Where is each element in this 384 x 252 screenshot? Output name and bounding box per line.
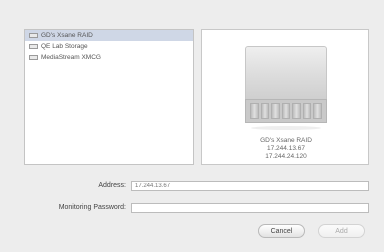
address-field[interactable] [131, 181, 369, 191]
raid-front-panel [245, 99, 327, 123]
device-info: GD's Xsane RAID 17.244.13.67 17.244.24.1… [202, 137, 370, 161]
list-item[interactable]: QE Lab Storage [25, 41, 193, 52]
list-item[interactable]: MediaStream XMCG [25, 52, 193, 63]
device-name: GD's Xsane RAID [260, 137, 312, 144]
list-item-label: MediaStream XMCG [41, 54, 101, 61]
raid-shadow [251, 126, 321, 130]
add-button[interactable]: Add [318, 224, 365, 238]
add-raid-dialog: GD's Xsane RAID QE Lab Storage MediaStre… [0, 0, 384, 252]
list-item-label: QE Lab Storage [41, 43, 88, 50]
password-field[interactable] [131, 203, 369, 213]
device-preview: GD's Xsane RAID 17.244.13.67 17.244.24.1… [201, 29, 369, 165]
device-ip-2: 17.244.24.120 [265, 153, 307, 160]
cancel-button[interactable]: Cancel [258, 224, 305, 238]
device-ip-1: 17.244.13.67 [267, 145, 305, 152]
raid-icon [29, 55, 38, 60]
list-item[interactable]: GD's Xsane RAID [25, 30, 193, 41]
raid-icon [29, 33, 38, 38]
raid-top [245, 46, 327, 100]
device-list[interactable]: GD's Xsane RAID QE Lab Storage MediaStre… [24, 29, 194, 165]
raid-device-icon [245, 46, 327, 132]
address-label: Address: [98, 182, 126, 189]
raid-icon [29, 44, 38, 49]
password-label: Monitoring Password: [58, 204, 126, 211]
list-item-label: GD's Xsane RAID [41, 32, 93, 39]
